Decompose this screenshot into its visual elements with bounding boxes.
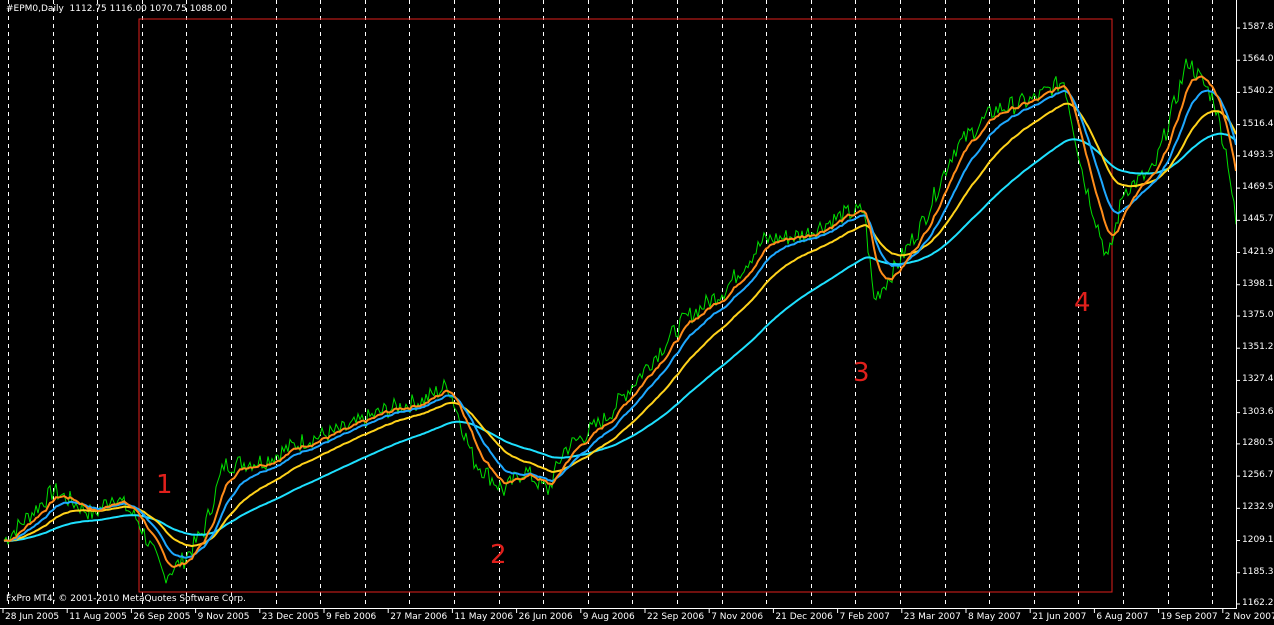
x-tick-label: 9 Nov 2005 — [197, 612, 250, 622]
x-tick-label: 26 Sep 2005 — [133, 612, 191, 622]
y-tick-label: 1327.40 — [1242, 374, 1274, 385]
x-tick-label: 6 Aug 2007 — [1096, 612, 1149, 622]
annotation-4: 4 — [1074, 288, 1091, 318]
annotation-1: 1 — [156, 470, 173, 500]
chart-title: #EPM0,Daily 1112.75 1116.00 1070.75 1088… — [6, 4, 227, 14]
x-tick-label: 23 Dec 2005 — [261, 612, 320, 622]
y-tick-label: 1351.20 — [1242, 342, 1274, 353]
y-tick-label: 1587.80 — [1242, 22, 1274, 32]
y-tick-label: 1516.40 — [1242, 118, 1274, 129]
highlight-box — [138, 18, 1113, 593]
x-tick-label: 26 Jun 2006 — [518, 612, 573, 622]
y-tick-label: 1469.50 — [1242, 182, 1274, 193]
y-tick-label: 1375.00 — [1242, 310, 1274, 320]
x-tick-label: 21 Dec 2006 — [775, 612, 833, 622]
y-tick-label: 1303.60 — [1242, 406, 1274, 417]
x-tick-label: 11 May 2006 — [454, 612, 514, 622]
ohlc-values: 1112.75 1116.00 1070.75 1088.00 — [69, 4, 227, 14]
annotation-3: 3 — [853, 358, 870, 388]
x-tick-label: 28 Jun 2005 — [5, 612, 60, 622]
y-tick-label: 1398.10 — [1242, 278, 1274, 289]
x-tick-label: 8 May 2007 — [968, 612, 1021, 622]
x-tick-label: 27 Mar 2006 — [390, 612, 448, 622]
x-tick-label: 9 Feb 2006 — [326, 612, 377, 622]
annotation-2: 2 — [490, 540, 507, 570]
x-tick-label: 9 Aug 2006 — [582, 612, 635, 622]
y-tick-label: 1540.20 — [1242, 86, 1274, 97]
y-tick-label: 1162.20 — [1242, 598, 1274, 608]
x-tick-label: 7 Nov 2006 — [711, 612, 764, 622]
close-price-line — [3, 58, 1237, 584]
ma-medium-line — [3, 89, 1237, 559]
y-tick-label: 1280.50 — [1242, 437, 1274, 448]
x-tick-label: 2 Nov 2007 — [1224, 612, 1274, 622]
y-tick-label: 1421.90 — [1242, 246, 1274, 257]
y-tick-label: 1256.70 — [1242, 470, 1274, 481]
y-tick-label: 1209.10 — [1242, 534, 1274, 545]
x-tick-label: 22 Sep 2006 — [647, 612, 705, 622]
y-tick-label: 1232.90 — [1242, 502, 1274, 513]
x-tick-label: 23 Mar 2007 — [903, 612, 961, 622]
y-tick-label: 1185.30 — [1242, 566, 1274, 577]
ma-slow-line — [3, 102, 1237, 548]
x-tick-label: 11 Aug 2005 — [69, 612, 127, 622]
x-tick-label: 7 Feb 2007 — [839, 612, 890, 622]
y-tick-label: 1493.30 — [1242, 149, 1274, 160]
y-tick-label: 1564.00 — [1242, 54, 1274, 65]
grid-lines — [8, 0, 1213, 608]
x-tick-label: 19 Sep 2007 — [1160, 612, 1218, 622]
x-tick-label: 21 Jun 2007 — [1032, 612, 1087, 622]
ma-long-line — [4, 132, 1237, 542]
y-tick-label: 1445.70 — [1242, 214, 1274, 225]
copyright-text: FxPro MT4, © 2001-2010 MetaQuotes Softwa… — [6, 594, 246, 604]
